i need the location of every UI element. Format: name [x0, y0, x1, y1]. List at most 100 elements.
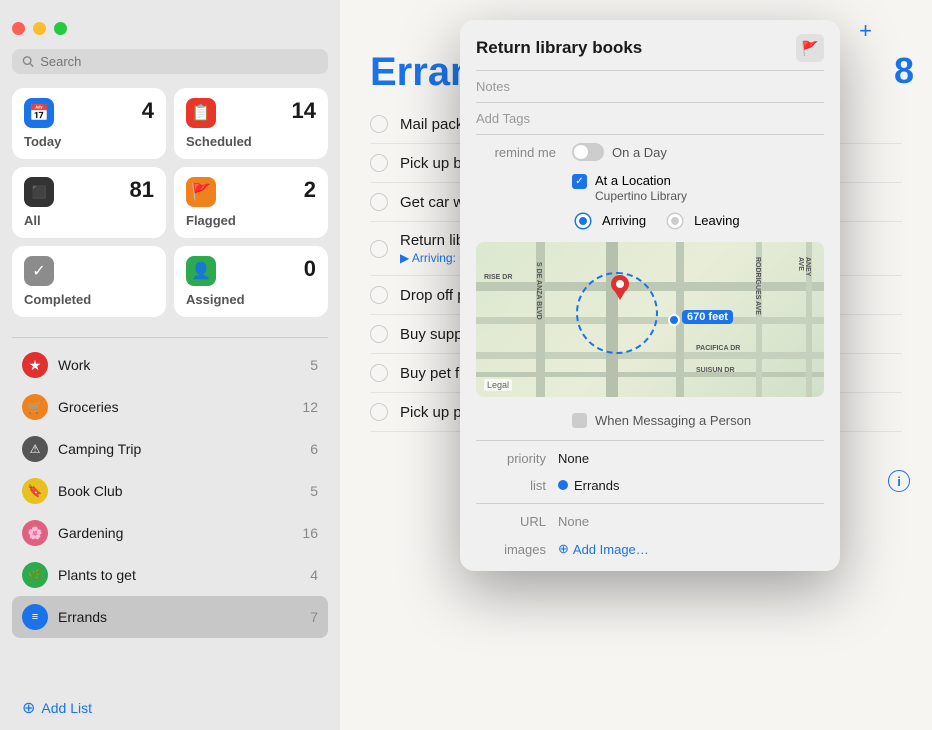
today-icon: 📅 — [24, 98, 54, 128]
add-image-label: Add Image… — [573, 542, 649, 557]
leaving-radio[interactable] — [668, 214, 682, 228]
remind-me-label: remind me — [476, 145, 556, 160]
groceries-icon: 🛒 — [22, 394, 48, 420]
messaging-checkbox[interactable] — [572, 413, 587, 428]
road-label-suisun: SUISUN DR — [696, 367, 735, 374]
list-meta-value: Errands — [574, 478, 620, 493]
sidebar-item-bookclub[interactable]: 🔖 Book Club 5 — [12, 470, 328, 512]
task-checkbox[interactable] — [370, 240, 388, 258]
work-count: 5 — [310, 357, 318, 373]
smart-tile-completed[interactable]: ✓ Completed — [12, 246, 166, 317]
today-label: Today — [24, 134, 154, 149]
arriving-leaving-row: Arriving Leaving — [460, 207, 840, 234]
close-button[interactable] — [12, 22, 25, 35]
remind-me-row: remind me On a Day — [460, 135, 840, 169]
leaving-label: Leaving — [694, 213, 740, 228]
arriving-radio[interactable] — [576, 214, 590, 228]
task-checkbox[interactable] — [370, 286, 388, 304]
completed-label: Completed — [24, 292, 154, 307]
map-view[interactable]: S DE ANZA BLVD RODRIGUES AVE ANEY AVE RI… — [476, 242, 824, 397]
gardening-count: 16 — [302, 525, 318, 541]
separator-4 — [476, 440, 824, 441]
sidebar-item-camping[interactable]: ⚠ Camping Trip 6 — [12, 428, 328, 470]
priority-value: None — [558, 451, 589, 466]
images-label: images — [476, 542, 546, 557]
scheduled-icon: 📋 — [186, 98, 216, 128]
errands-icon: ≡ — [22, 604, 48, 630]
day-badge: 8 — [894, 50, 914, 92]
road-h4 — [476, 372, 824, 377]
task-checkbox[interactable] — [370, 325, 388, 343]
sidebar-item-errands[interactable]: ≡ Errands 7 — [12, 596, 328, 638]
smart-tile-scheduled[interactable]: 📋 14 Scheduled — [174, 88, 328, 159]
smart-tile-flagged[interactable]: 🚩 2 Flagged — [174, 167, 328, 238]
camping-label: Camping Trip — [58, 441, 300, 457]
flag-button[interactable]: 🚩 — [796, 34, 824, 62]
notes-field[interactable]: Notes — [460, 71, 840, 102]
task-checkbox[interactable] — [370, 115, 388, 133]
task-checkbox[interactable] — [370, 364, 388, 382]
add-image-icon: ⊕ — [558, 541, 569, 557]
add-list-icon: ⊕ — [22, 698, 35, 718]
priority-label: priority — [476, 451, 546, 466]
flagged-icon: 🚩 — [186, 177, 216, 207]
bookclub-label: Book Club — [58, 483, 300, 499]
list-row: list Errands — [460, 472, 840, 499]
sidebar: 📅 4 Today 📋 14 Scheduled ⬛ 81 All 🚩 — [0, 0, 340, 730]
add-reminder-button[interactable]: + — [859, 18, 872, 44]
search-icon — [22, 55, 34, 68]
add-list-button[interactable]: ⊕ Add List — [12, 686, 328, 730]
url-label: URL — [476, 514, 546, 529]
search-input[interactable] — [40, 54, 318, 69]
road-label-rise: RISE DR — [484, 274, 512, 281]
list-dot-icon — [558, 478, 574, 493]
all-count: 81 — [130, 177, 154, 203]
info-button[interactable]: i — [888, 470, 910, 492]
completed-icon: ✓ — [24, 256, 54, 286]
at-location-checkbox[interactable]: ✓ — [572, 174, 587, 189]
messaging-label: When Messaging a Person — [595, 413, 751, 428]
list-items: ★ Work 5 🛒 Groceries 12 ⚠ Camping Trip 6… — [12, 344, 328, 686]
on-a-day-label: On a Day — [612, 145, 667, 160]
camping-count: 6 — [310, 441, 318, 457]
task-checkbox[interactable] — [370, 193, 388, 211]
task-checkbox[interactable] — [370, 154, 388, 172]
road-label-aney: ANEY AVE — [797, 257, 811, 276]
traffic-lights — [12, 12, 328, 35]
minimize-button[interactable] — [33, 22, 46, 35]
sidebar-item-work[interactable]: ★ Work 5 — [12, 344, 328, 386]
notes-placeholder: Notes — [476, 79, 510, 94]
smart-tile-today[interactable]: 📅 4 Today — [12, 88, 166, 159]
assigned-icon: 👤 — [186, 256, 216, 286]
url-value: None — [558, 514, 589, 529]
plants-icon: 🌿 — [22, 562, 48, 588]
groceries-label: Groceries — [58, 399, 292, 415]
scheduled-label: Scheduled — [186, 134, 316, 149]
detail-header: Return library books 🚩 — [460, 20, 840, 70]
detail-title: Return library books — [476, 38, 642, 58]
sidebar-item-groceries[interactable]: 🛒 Groceries 12 — [12, 386, 328, 428]
maximize-button[interactable] — [54, 22, 67, 35]
at-location-row: ✓ At a Location Cupertino Library — [460, 169, 840, 207]
add-image-button[interactable]: ⊕ Add Image… — [558, 541, 649, 557]
road-h3 — [476, 352, 824, 359]
map-pin — [610, 274, 630, 305]
assigned-count: 0 — [304, 256, 316, 282]
separator-5 — [476, 503, 824, 504]
main-area: Errands Mail packages Pick up bever… Get… — [340, 0, 932, 730]
road-label-anza: S DE ANZA BLVD — [535, 262, 542, 320]
priority-row: priority None — [460, 445, 840, 472]
sidebar-item-plants[interactable]: 🌿 Plants to get 4 — [12, 554, 328, 596]
on-a-day-toggle[interactable] — [572, 143, 604, 161]
sidebar-item-gardening[interactable]: 🌸 Gardening 16 — [12, 512, 328, 554]
arriving-label: Arriving — [602, 213, 646, 228]
distance-label: 670 feet — [682, 310, 733, 324]
smart-tile-all[interactable]: ⬛ 81 All — [12, 167, 166, 238]
tags-field[interactable]: Add Tags — [460, 103, 840, 134]
smart-tile-assigned[interactable]: 👤 0 Assigned — [174, 246, 328, 317]
search-bar[interactable] — [12, 49, 328, 74]
camping-icon: ⚠ — [22, 436, 48, 462]
task-checkbox[interactable] — [370, 403, 388, 421]
plants-label: Plants to get — [58, 567, 300, 583]
all-label: All — [24, 213, 154, 228]
